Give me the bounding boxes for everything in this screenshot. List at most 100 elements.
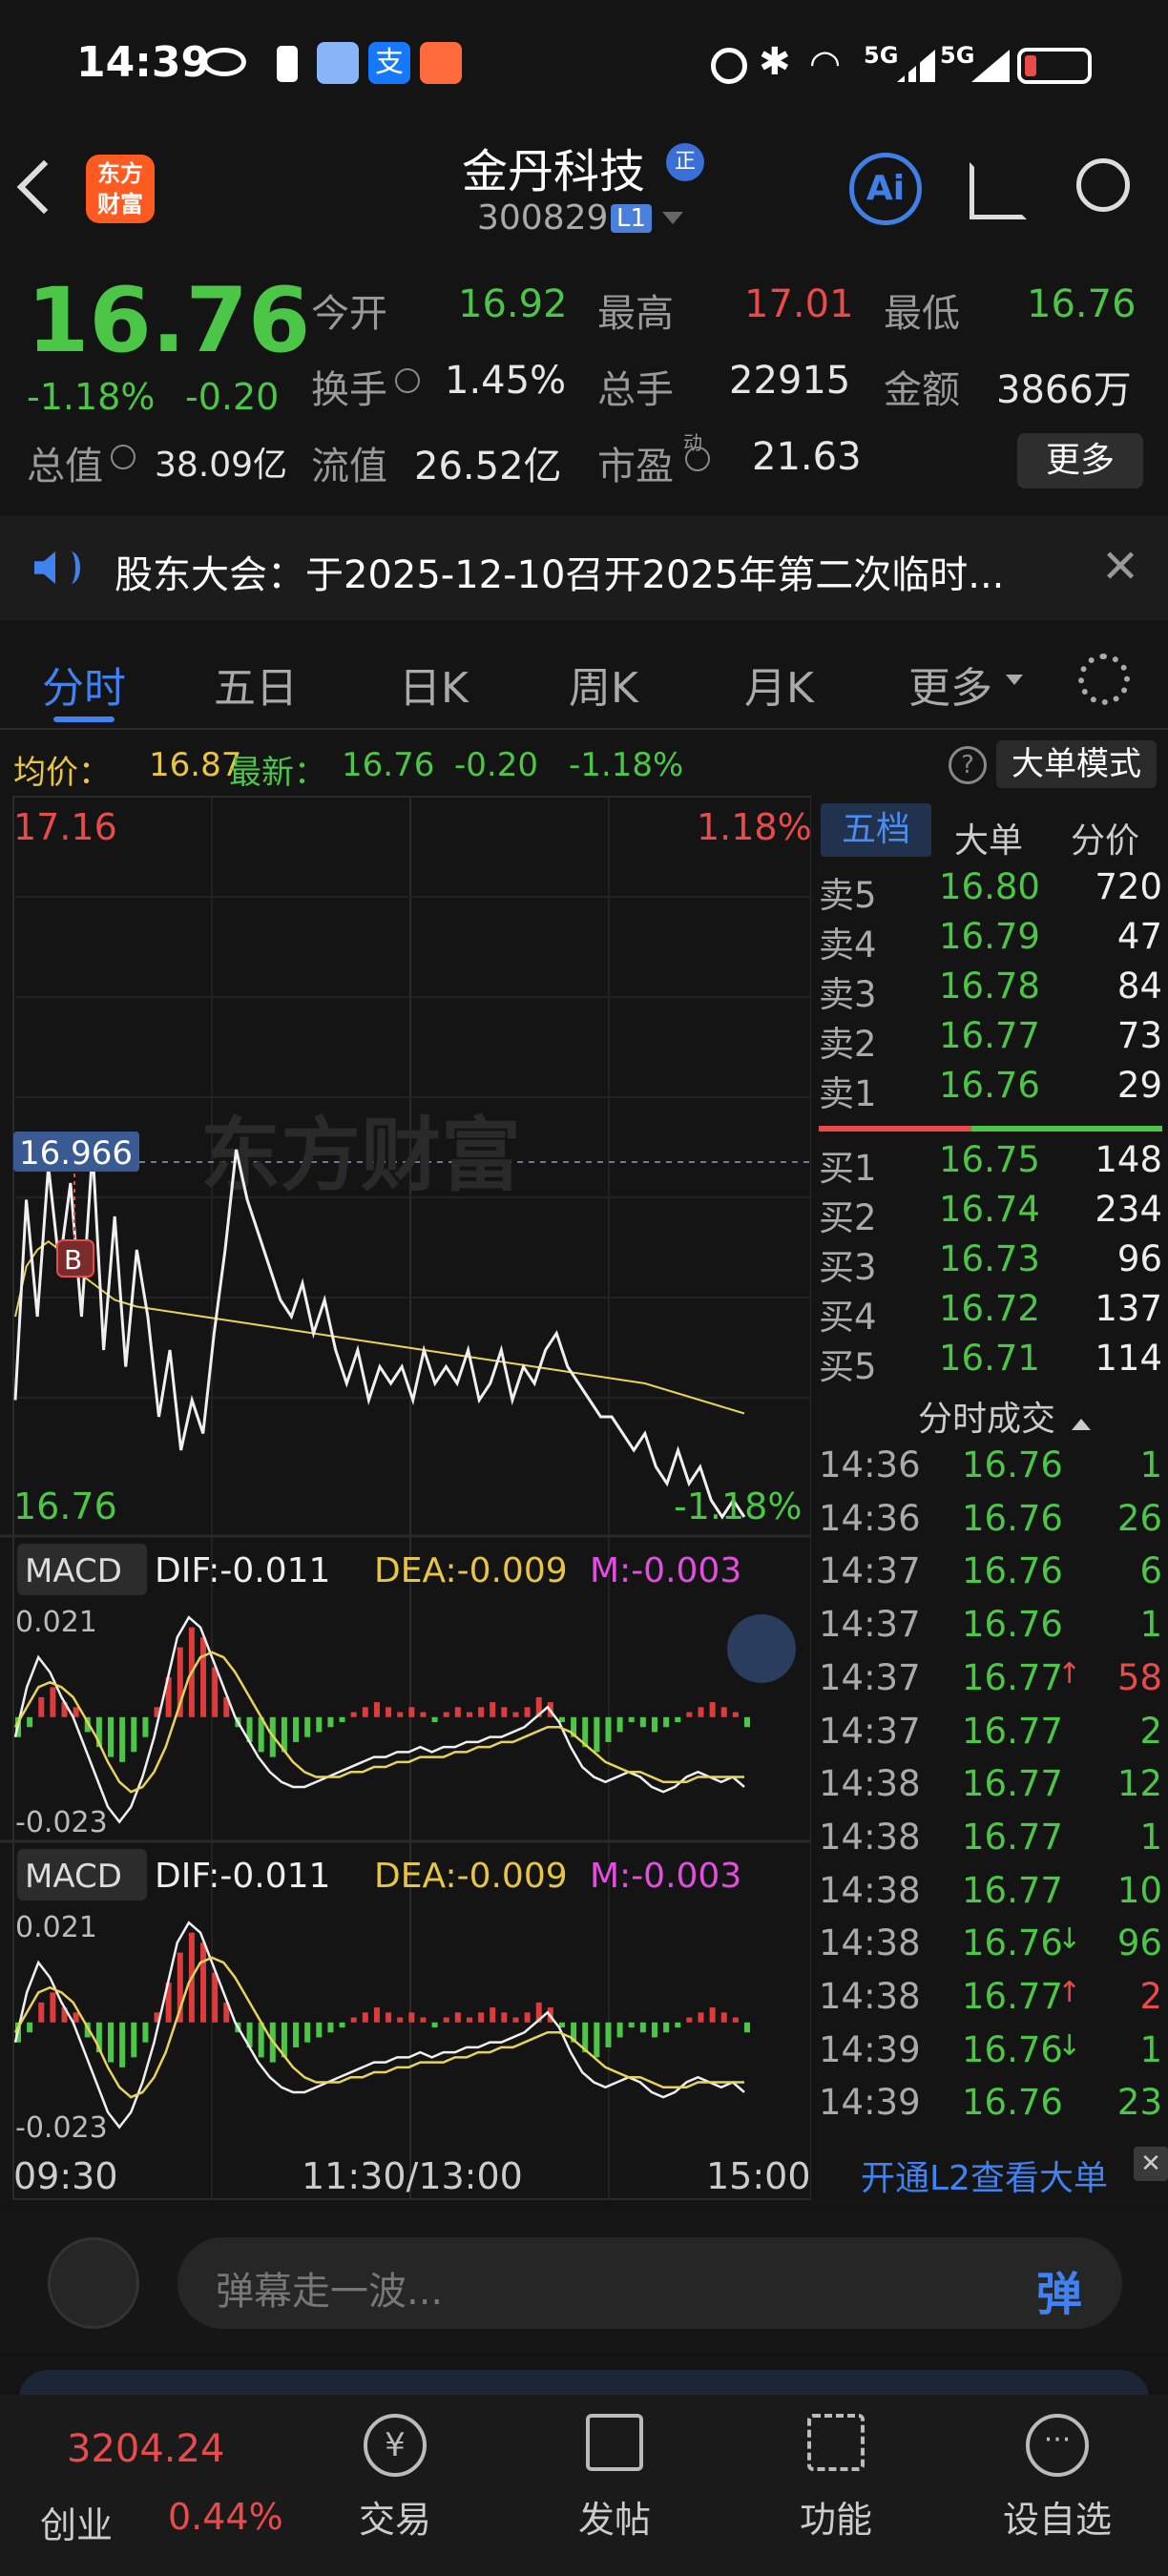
intraday-chart[interactable]: 东方财富 16.966 B 17.16 1.18% 16.76 -1.18% M…	[0, 792, 812, 2204]
trade-row[interactable]: 14:38 16.77 10	[813, 1870, 1168, 1920]
gear-icon[interactable]	[1078, 654, 1130, 705]
index-pct[interactable]: 0.44%	[168, 2496, 283, 2538]
danmaku-send-button[interactable]: 弹	[1036, 2256, 1082, 2323]
bid-label: 买2	[819, 1197, 877, 1238]
macd-bar	[408, 2012, 415, 2023]
tab-weekly-k[interactable]: 周K	[569, 654, 638, 715]
ask-row[interactable]: 卖1 16.76 29	[813, 1065, 1168, 1114]
close-notice-icon[interactable]: ✕	[1101, 540, 1139, 593]
bid-row[interactable]: 买3 16.73 96	[813, 1238, 1168, 1288]
trade-row[interactable]: 14:37 16.76 6	[813, 1550, 1168, 1600]
ob-tab-big[interactable]: 大单	[954, 813, 1023, 862]
trade-row[interactable]: 14:38 16.77 12	[813, 1763, 1168, 1813]
bid-row[interactable]: 买5 16.71 114	[813, 1338, 1168, 1387]
trade-row[interactable]: 14:37 16.77 58 ↑	[813, 1657, 1168, 1707]
ob-tab-five[interactable]: 五档	[821, 803, 931, 857]
ask-volume: 29	[1116, 1065, 1162, 1106]
tab-intraday[interactable]: 分时	[42, 654, 126, 715]
big-order-mode-button[interactable]: 大单模式	[996, 740, 1157, 788]
bid-price: 16.72	[939, 1288, 1040, 1329]
trade-row[interactable]: 14:39 16.76 1 ↓	[813, 2029, 1168, 2079]
macd-bar	[108, 2022, 115, 2063]
index-name[interactable]: 创业	[40, 2496, 113, 2548]
tab-more[interactable]: 更多	[908, 654, 992, 715]
tab-post[interactable]: 发帖	[548, 2414, 681, 2543]
macd-bar	[327, 1716, 334, 1728]
tab-functions[interactable]: 功能	[769, 2414, 903, 2543]
open-l2-link[interactable]: 开通L2查看大单	[861, 2150, 1108, 2200]
ob-tab-price[interactable]: 分价	[1071, 813, 1139, 862]
turnover-info-icon[interactable]	[395, 368, 420, 393]
bid-volume: 114	[1095, 1338, 1162, 1379]
macd-bar	[27, 2022, 33, 2033]
chart-watermark: 东方财富	[200, 1109, 521, 1202]
trade-row[interactable]: 14:38 16.77 1	[813, 1817, 1168, 1866]
macd-top-1: 0.021	[15, 1606, 97, 1639]
pe-info-icon[interactable]	[685, 447, 710, 471]
bid-label: 买3	[819, 1247, 877, 1288]
trade-row[interactable]: 14:38 16.76 96 ↓	[813, 1922, 1168, 1972]
notice-banner[interactable]: 股东大会：于2025-12-10召开2025年第二次临时... ✕	[0, 515, 1168, 620]
ask-row[interactable]: 卖4 16.79 47	[813, 916, 1168, 966]
bid-label: 买5	[819, 1346, 877, 1387]
trade-row[interactable]: 14:36 16.76 26	[813, 1498, 1168, 1548]
help-icon[interactable]: ?	[949, 746, 987, 784]
market-cap-info-icon[interactable]	[111, 445, 136, 469]
signal-icon-2	[971, 50, 1010, 82]
search-icon[interactable]	[1076, 158, 1130, 212]
macd-bar	[466, 1712, 472, 1717]
ask-row[interactable]: 卖2 16.77 73	[813, 1015, 1168, 1065]
tab-monthly-k[interactable]: 月K	[744, 654, 814, 715]
bid-row[interactable]: 买4 16.72 137	[813, 1288, 1168, 1338]
trade-row[interactable]: 14:36 16.76 1	[813, 1444, 1168, 1494]
macd-bar	[420, 2017, 427, 2023]
bid-volume: 234	[1095, 1189, 1162, 1230]
macd-label-1[interactable]: MACD	[25, 1552, 122, 1590]
verified-badge: 正	[666, 143, 704, 181]
ask-price: 16.80	[939, 866, 1040, 907]
trades-title[interactable]: 分时成交	[918, 1391, 1092, 1441]
index-value[interactable]: 3204.24	[67, 2427, 224, 2471]
close-l2-icon[interactable]: ✕	[1134, 2147, 1168, 2181]
tab-five-day[interactable]: 五日	[214, 654, 298, 715]
trade-row[interactable]: 14:37 16.76 1	[813, 1604, 1168, 1653]
macd-bar	[408, 1707, 415, 1717]
share-icon[interactable]	[970, 162, 1027, 219]
bid-row[interactable]: 买1 16.75 148	[813, 1139, 1168, 1189]
tab-post-label: 发帖	[577, 2499, 651, 2541]
macd-bar	[639, 2022, 646, 2033]
tab-add-watchlist[interactable]: ··· 设自选	[991, 2414, 1124, 2543]
macd-bar	[27, 1716, 33, 1728]
bid-row[interactable]: 买2 16.74 234	[813, 1189, 1168, 1238]
macd-label-2[interactable]: MACD	[25, 1858, 122, 1896]
trade-row[interactable]: 14:38 16.77 2 ↑	[813, 1976, 1168, 2025]
tab-daily-k[interactable]: 日K	[399, 654, 469, 715]
danmaku-placeholder: 弹幕走一波...	[216, 2270, 444, 2314]
danmaku-input[interactable]: 弹幕走一波... 弹	[177, 2237, 1122, 2329]
ask-row[interactable]: 卖5 16.80 720	[813, 866, 1168, 916]
ai-button[interactable]: Ai	[849, 153, 922, 225]
tab-more-dropdown-icon[interactable]	[1006, 675, 1023, 685]
buy-marker[interactable]: B	[64, 1244, 82, 1276]
level-badge[interactable]: L1	[611, 204, 653, 233]
status-time: 14:39	[76, 38, 211, 87]
trade-row[interactable]: 14:37 16.77 2	[813, 1711, 1168, 1760]
back-icon[interactable]	[16, 159, 72, 215]
expand-icon[interactable]	[727, 1614, 796, 1683]
stock-code: 300829	[477, 198, 609, 238]
volume-label: 总手	[597, 368, 674, 412]
more-button[interactable]: 更多	[1017, 433, 1143, 488]
danmaku-settings-icon[interactable]	[48, 2237, 139, 2329]
eye-icon	[202, 48, 246, 76]
turnover-value: 1.45%	[445, 359, 567, 403]
tab-trade[interactable]: ¥ 交易	[328, 2414, 462, 2543]
trade-price: 16.77	[962, 1763, 1063, 1805]
open-label: 今开	[311, 292, 387, 336]
trade-row[interactable]: 14:39 16.76 23	[813, 2082, 1168, 2131]
current-price: 16.76	[27, 269, 311, 373]
ask-row[interactable]: 卖3 16.78 84	[813, 966, 1168, 1015]
level-dropdown-icon[interactable]	[662, 212, 683, 224]
arrow-down-icon: ↓	[1057, 1922, 1082, 1957]
macd-bar	[651, 2022, 657, 2038]
macd-bar	[362, 2012, 368, 2023]
